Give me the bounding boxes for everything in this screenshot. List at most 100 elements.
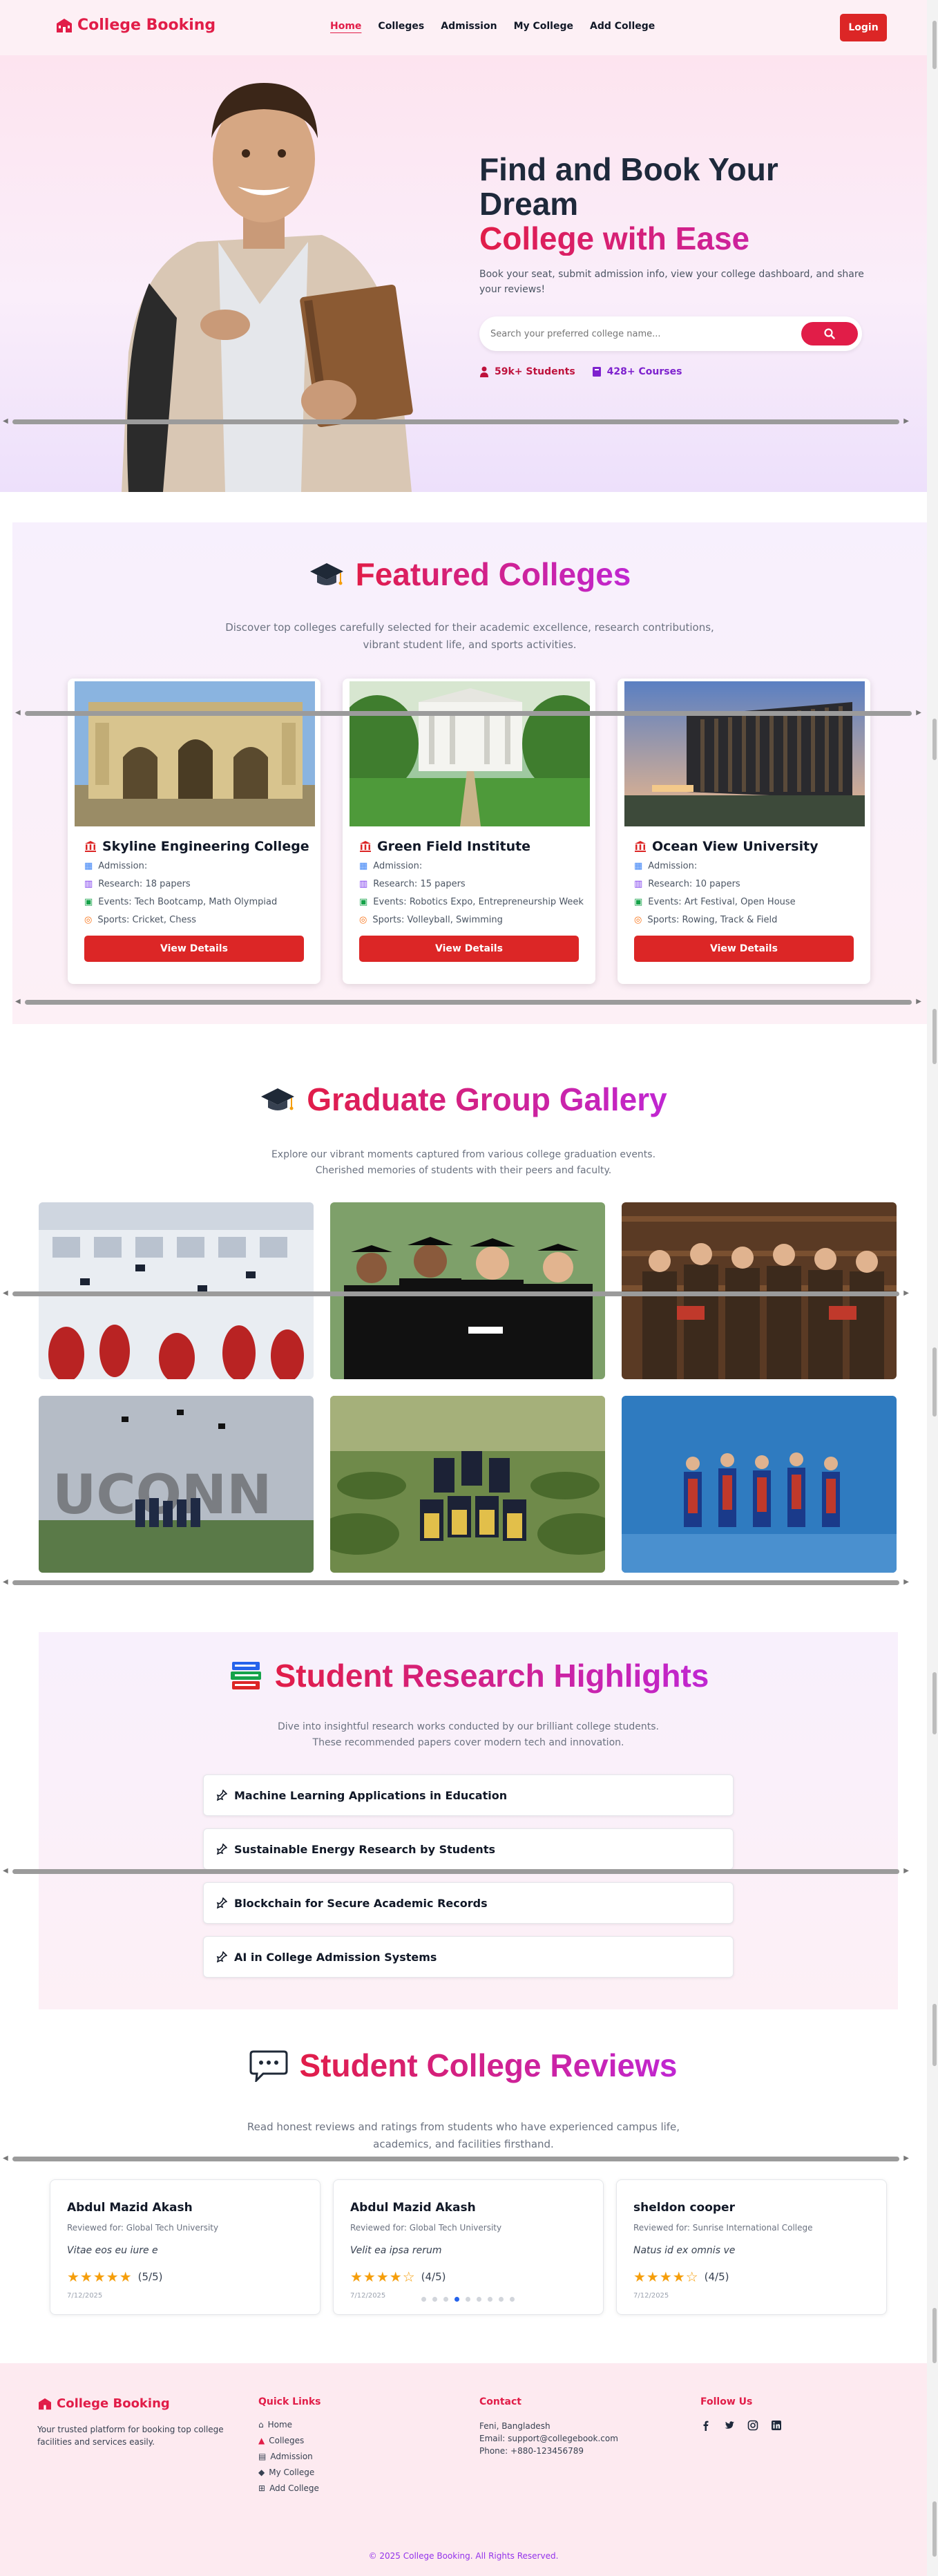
event-icon: ▣ — [634, 897, 643, 907]
research-text: Research: 15 papers — [373, 879, 466, 889]
hero-horizontal-scrollbar[interactable]: ◀ ▶ — [0, 416, 912, 426]
footer-link-add-college[interactable]: ⊞ Add College — [258, 2483, 320, 2493]
college-search-input[interactable] — [490, 323, 781, 344]
copyright-text: © 2025 College Booking. All Rights Reser… — [368, 2551, 559, 2561]
contact-email[interactable]: Email: support@collegebook.com — [479, 2432, 618, 2445]
gallery-title: Graduate Group Gallery — [0, 1081, 927, 1118]
events-text: Events: Robotics Expo, Entrepreneurship … — [373, 897, 584, 907]
carousel-dot[interactable] — [477, 2297, 481, 2302]
nav-home[interactable]: Home — [330, 21, 361, 32]
research-item-label: Blockchain for Secure Academic Records — [234, 1896, 488, 1910]
carousel-dot-active[interactable] — [454, 2297, 459, 2302]
nav-my-college[interactable]: My College — [514, 21, 573, 32]
social-links — [700, 2420, 782, 2431]
reviews-title-text: Student College Reviews — [299, 2047, 678, 2083]
gallery-horizontal-scrollbar[interactable]: ◀ ▶ — [0, 1288, 912, 1298]
sports-info: ◎ Sports: Volleyball, Swimming — [359, 915, 503, 925]
footer-link-label: Colleges — [269, 2436, 305, 2445]
view-details-button[interactable]: View Details — [359, 936, 579, 962]
brand-name: College Booking — [77, 17, 216, 34]
book-icon — [592, 367, 601, 377]
footer-link-label: Add College — [269, 2483, 319, 2493]
carousel-dot[interactable] — [432, 2297, 437, 2302]
gallery-photo[interactable]: UCONN — [39, 1396, 314, 1573]
research-title: Student Research Highlights — [39, 1657, 898, 1694]
book-open-icon: ▥ — [634, 879, 643, 889]
calendar-icon: ▦ — [84, 861, 93, 871]
graduate-gallery-section: Graduate Group Gallery Explore our vibra… — [0, 1024, 927, 1598]
reviewed-college: Reviewed for: Sunrise International Coll… — [633, 2223, 813, 2233]
review-date: 7/12/2025 — [350, 2292, 386, 2300]
footer-link-my-college[interactable]: ◆ My College — [258, 2468, 320, 2477]
research-subtitle: Dive into insightful research works cond… — [39, 1719, 898, 1751]
footer-link-colleges[interactable]: ▲ Colleges — [258, 2436, 320, 2445]
graduation-cap-icon — [309, 563, 343, 585]
ball-icon: ◎ — [634, 915, 642, 925]
search-button[interactable] — [801, 322, 858, 345]
carousel-dot[interactable] — [488, 2297, 492, 2302]
ball-icon: ◎ — [84, 915, 93, 925]
reviews-horizontal-scrollbar[interactable]: ◀ ▶ — [0, 2153, 912, 2163]
carousel-dot[interactable] — [421, 2297, 426, 2302]
research-item[interactable]: Blockchain for Secure Academic Records — [203, 1882, 734, 1924]
gallery-subtitle-line2: Cherished memories of students with thei… — [315, 1165, 612, 1176]
research-horizontal-scrollbar[interactable]: ◀ ▶ — [0, 1866, 912, 1875]
featured-horizontal-scrollbar[interactable]: ◀ ▶ — [12, 708, 924, 717]
blue-wall-photo — [622, 1396, 897, 1573]
carousel-dot[interactable] — [466, 2297, 470, 2302]
featured-subtitle-line2: vibrant student life, and sports activit… — [363, 638, 577, 651]
pin-icon — [216, 1951, 227, 1962]
linkedin-icon[interactable] — [771, 2420, 782, 2431]
footer-brand-name: College Booking — [57, 2396, 170, 2411]
calendar-icon: ▦ — [359, 861, 368, 871]
footer-brand[interactable]: College Booking — [37, 2396, 245, 2411]
courses-count: 428+ Courses — [606, 366, 682, 377]
footer-link-home[interactable]: ⌂ Home — [258, 2420, 320, 2430]
gallery-horizontal-scrollbar-bottom[interactable]: ◀ ▶ — [0, 1577, 912, 1587]
gallery-photo[interactable] — [330, 1396, 605, 1573]
uconn-sign-text: UCONN — [52, 1464, 271, 1526]
reviewer-name: Abdul Mazid Akash — [350, 2201, 476, 2215]
twitter-icon[interactable] — [724, 2420, 735, 2431]
research-item[interactable]: AI in College Admission Systems — [203, 1936, 734, 1978]
research-item[interactable]: Machine Learning Applications in Educati… — [203, 1774, 734, 1816]
courses-stat: 428+ Courses — [592, 366, 682, 377]
ocean-view-image — [624, 681, 865, 826]
school-icon: ▲ — [258, 2436, 265, 2445]
instagram-icon[interactable] — [747, 2420, 758, 2431]
events-text: Events: Art Festival, Open House — [648, 897, 796, 907]
view-details-button[interactable]: View Details — [634, 936, 854, 962]
research-subtitle-line2: These recommended papers cover modern te… — [312, 1737, 624, 1748]
carousel-dot[interactable] — [499, 2297, 504, 2302]
rating-score: (5/5) — [137, 2271, 163, 2283]
sports-info: ◎ Sports: Rowing, Track & Field — [634, 915, 777, 925]
review-rating: ★★★★★ (5/5) — [67, 2269, 163, 2285]
research-text: Research: 10 papers — [648, 879, 740, 889]
nav-colleges[interactable]: Colleges — [378, 21, 424, 32]
rating-score: (4/5) — [704, 2271, 729, 2283]
hero-section: Find and Book Your Dream College with Ea… — [0, 55, 927, 492]
nav-admission[interactable]: Admission — [441, 21, 497, 32]
carousel-dot[interactable] — [510, 2297, 515, 2302]
facebook-icon[interactable] — [700, 2420, 711, 2431]
admission-info: ▦ Admission: — [84, 861, 147, 871]
carousel-dot[interactable] — [443, 2297, 448, 2302]
college-image — [624, 681, 865, 826]
reviewed-college: Reviewed for: Global Tech University — [350, 2223, 502, 2233]
event-icon: ▣ — [84, 897, 93, 907]
featured-horizontal-scrollbar-bottom[interactable]: ◀ ▶ — [12, 996, 924, 1006]
students-count: 59k+ Students — [495, 366, 575, 377]
nav-add-college[interactable]: Add College — [590, 21, 655, 32]
footer-link-admission[interactable]: ▤ Admission — [258, 2452, 320, 2461]
footer-link-label: Admission — [270, 2452, 313, 2461]
college-card: Skyline Engineering College ▦ Admission: … — [68, 679, 320, 984]
gallery-photo[interactable] — [622, 1396, 897, 1573]
footer-brand-column: College Booking Your trusted platform fo… — [37, 2396, 245, 2448]
brand-logo[interactable]: College Booking — [55, 17, 216, 34]
research-info: ▥ Research: 15 papers — [359, 879, 466, 889]
search-icon — [824, 328, 835, 339]
page-vertical-scrollbar[interactable] — [927, 0, 938, 2576]
view-details-button[interactable]: View Details — [84, 936, 304, 962]
login-button[interactable]: Login — [840, 14, 887, 41]
research-item[interactable]: Sustainable Energy Research by Students — [203, 1828, 734, 1870]
